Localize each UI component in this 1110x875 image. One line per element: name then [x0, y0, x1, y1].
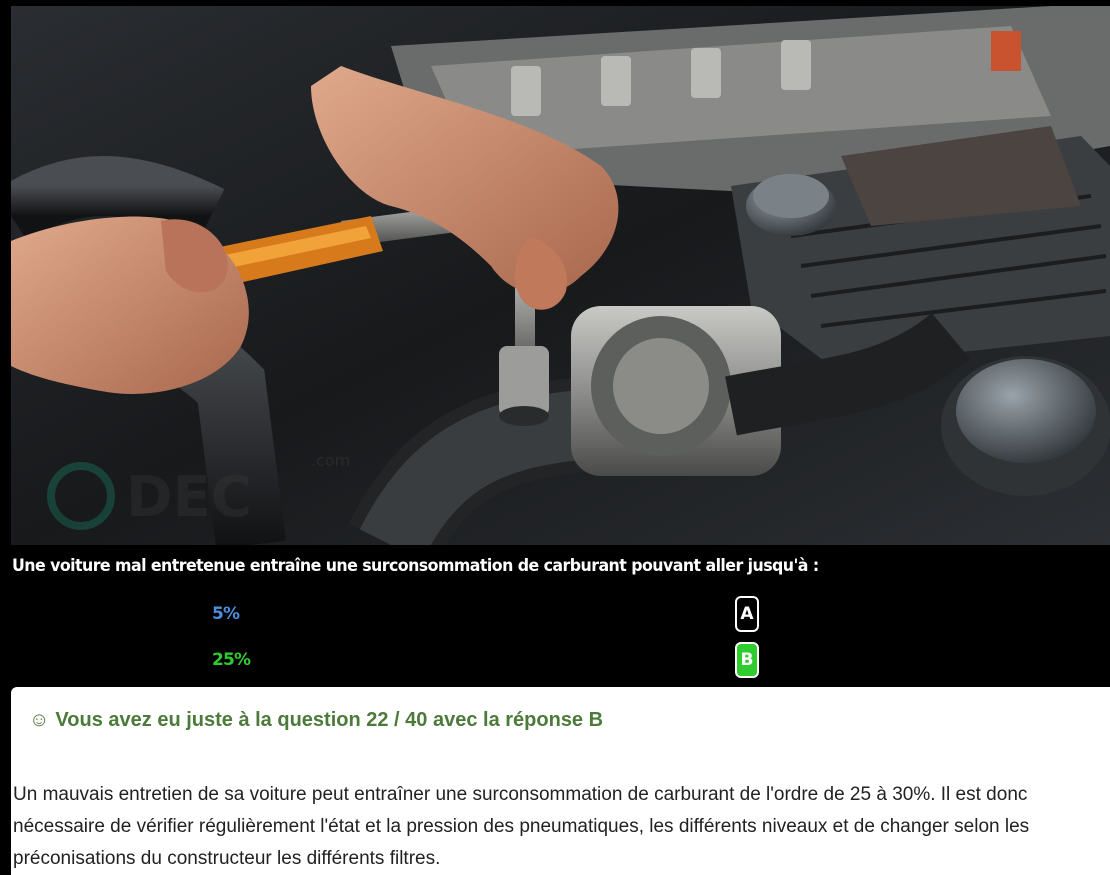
smiley-icon: ☺ — [29, 709, 50, 731]
result-title: ☺ Vous avez eu juste à la question 22 / 4… — [29, 709, 603, 732]
result-panel: ☺ Vous avez eu juste à la question 22 / 4… — [11, 687, 1110, 875]
result-title-text: Vous avez eu juste à la question 22 / 40… — [55, 709, 604, 731]
engine-photo: DEC .com — [11, 6, 1110, 545]
watermark-sub: .com — [311, 451, 350, 470]
explanation-text: Un mauvais entretien de sa voiture peut … — [13, 784, 1030, 869]
quiz-page: DEC .com Une voiture mal entretenue entr… — [0, 0, 1110, 875]
answer-a-button[interactable]: A — [735, 596, 759, 632]
answer-option-b[interactable]: 25% B — [0, 640, 1110, 680]
question-text: Une voiture mal entretenue entraîne une … — [12, 556, 819, 576]
answer-text-b: 25% — [212, 650, 251, 670]
answer-text-a: 5% — [212, 604, 240, 624]
watermark-text: DEC — [126, 465, 252, 530]
answer-b-button[interactable]: B — [735, 642, 759, 678]
answer-option-a[interactable]: 5% A — [0, 594, 1110, 634]
